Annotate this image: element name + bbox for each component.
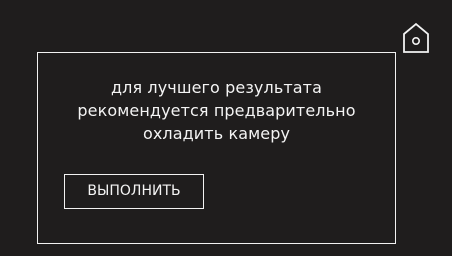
home-icon [403,22,429,53]
message-line-1: для лучшего результата [111,78,322,97]
message-line-2: рекомендуется предварительно [77,101,356,120]
message-line-3: охладить камеру [142,124,291,143]
run-button[interactable]: ВЫПОЛНИТЬ [64,174,204,209]
precool-screen: для лучшего результата рекомендуется пре… [0,0,452,256]
message-panel: для лучшего результата рекомендуется пре… [37,52,396,244]
home-button[interactable] [399,21,433,55]
recommendation-message: для лучшего результата рекомендуется пре… [38,76,395,145]
